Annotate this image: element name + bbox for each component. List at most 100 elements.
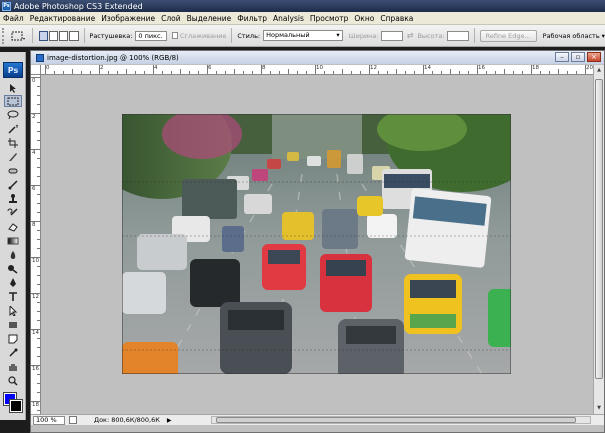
ruler-tick bbox=[54, 71, 55, 74]
minimize-button[interactable]: – bbox=[555, 52, 569, 62]
ruler-tick bbox=[405, 71, 406, 74]
scroll-up-icon[interactable]: ▲ bbox=[595, 66, 603, 75]
healing-brush-tool-icon[interactable] bbox=[4, 165, 22, 177]
status-menu-arrow-icon[interactable]: ▶ bbox=[167, 417, 172, 424]
ruler-origin[interactable] bbox=[31, 65, 41, 75]
menu-help[interactable]: Справка bbox=[377, 14, 416, 23]
ruler-tick bbox=[306, 71, 307, 74]
vertical-scroll-thumb[interactable] bbox=[595, 79, 603, 379]
menu-select[interactable]: Выделение bbox=[184, 14, 235, 23]
gradient-tool-icon[interactable] bbox=[4, 235, 22, 247]
eraser-tool-icon[interactable] bbox=[4, 221, 22, 233]
type-tool-icon[interactable] bbox=[4, 291, 22, 303]
ruler-tick bbox=[558, 69, 559, 74]
dodge-tool-icon[interactable] bbox=[4, 263, 22, 275]
ruler-label: 14 bbox=[32, 330, 39, 336]
document-icon bbox=[36, 53, 44, 62]
document-title-bar[interactable]: image-distortion.jpg @ 100% (RGB/8) – ▫ … bbox=[31, 51, 604, 64]
lasso-tool-icon[interactable] bbox=[4, 109, 22, 121]
horizontal-scrollbar[interactable] bbox=[211, 416, 591, 424]
ruler-tick bbox=[423, 65, 424, 74]
history-brush-tool-icon[interactable] bbox=[4, 207, 22, 219]
zoom-tool-icon[interactable] bbox=[4, 375, 22, 387]
antialias-checkbox[interactable] bbox=[171, 32, 178, 39]
magic-wand-tool-icon[interactable] bbox=[4, 123, 22, 135]
hand-tool-icon[interactable] bbox=[4, 361, 22, 373]
width-input[interactable] bbox=[380, 30, 403, 41]
ruler-tick bbox=[37, 104, 40, 105]
document-image[interactable] bbox=[122, 114, 511, 374]
ruler-tick bbox=[37, 158, 40, 159]
background-color-swatch[interactable] bbox=[9, 399, 23, 413]
refine-edge-button[interactable]: Refine Edge... bbox=[479, 29, 537, 42]
new-selection-icon[interactable] bbox=[38, 30, 48, 41]
ruler-tick bbox=[459, 71, 460, 74]
ruler-label: 14 bbox=[424, 65, 431, 71]
ruler-tick bbox=[378, 71, 379, 74]
height-input[interactable] bbox=[446, 30, 469, 41]
pen-tool-icon[interactable] bbox=[4, 277, 22, 289]
menu-view[interactable]: Просмотр bbox=[307, 14, 352, 23]
vertical-ruler[interactable]: 0 2 4 6 8 10 12 14 16 18 bbox=[31, 75, 41, 414]
clone-stamp-tool-icon[interactable] bbox=[4, 193, 22, 205]
horizontal-ruler[interactable]: 0 2 4 6 8 10 12 14 16 18 20 bbox=[41, 65, 593, 75]
style-select[interactable]: Нормальный ▾ bbox=[263, 30, 343, 41]
ruler-tick bbox=[315, 65, 316, 74]
window-controls: – ▫ × bbox=[555, 52, 601, 62]
swap-dimensions-icon[interactable]: ⇄ bbox=[407, 31, 414, 40]
options-grip[interactable] bbox=[2, 27, 6, 44]
menu-analysis[interactable]: Analysis bbox=[270, 14, 307, 23]
menu-layer[interactable]: Слой bbox=[158, 14, 184, 23]
blur-tool-icon[interactable] bbox=[4, 249, 22, 261]
close-button[interactable]: × bbox=[587, 52, 601, 62]
ruler-tick bbox=[37, 347, 40, 348]
workspace-button[interactable]: Рабочая область ▾ bbox=[543, 32, 605, 40]
ruler-tick bbox=[234, 69, 235, 74]
menu-file[interactable]: Файл bbox=[0, 14, 27, 23]
ruler-tick bbox=[72, 69, 73, 74]
slice-tool-icon[interactable] bbox=[4, 151, 22, 163]
ruler-tick bbox=[37, 95, 40, 96]
ruler-label: 6 bbox=[32, 186, 36, 192]
intersect-selection-icon[interactable] bbox=[69, 30, 79, 41]
ruler-label: 2 bbox=[100, 65, 104, 71]
menu-image[interactable]: Изображение bbox=[98, 14, 158, 23]
ruler-tick bbox=[45, 65, 46, 74]
ruler-tick bbox=[549, 71, 550, 74]
ruler-tick bbox=[31, 149, 40, 150]
move-tool-icon[interactable] bbox=[4, 82, 22, 94]
ruler-tick bbox=[37, 356, 40, 357]
ruler-tick bbox=[31, 329, 40, 330]
tool-preset-picker[interactable] bbox=[9, 28, 27, 44]
menu-window[interactable]: Окно bbox=[351, 14, 377, 23]
ruler-tick bbox=[37, 392, 40, 393]
maximize-button[interactable]: ▫ bbox=[571, 52, 585, 62]
zoom-field[interactable]: 100 % bbox=[33, 415, 65, 425]
scroll-down-icon[interactable]: ▼ bbox=[595, 404, 603, 413]
notes-tool-icon[interactable] bbox=[4, 333, 22, 345]
ruler-tick bbox=[37, 275, 40, 276]
ruler-tick bbox=[31, 293, 40, 294]
horizontal-scroll-thumb[interactable] bbox=[216, 417, 576, 423]
feather-input[interactable]: 0 пикс. bbox=[135, 30, 167, 41]
path-selection-tool-icon[interactable] bbox=[4, 305, 22, 317]
ruler-tick bbox=[585, 65, 586, 74]
document-info-icon[interactable] bbox=[69, 416, 77, 424]
eyedropper-tool-icon[interactable] bbox=[4, 347, 22, 359]
ruler-tick bbox=[396, 69, 397, 74]
crop-tool-icon[interactable] bbox=[4, 137, 22, 149]
shape-tool-icon[interactable] bbox=[4, 319, 22, 331]
subtract-from-selection-icon[interactable] bbox=[59, 30, 69, 41]
menu-edit[interactable]: Редактирование bbox=[27, 14, 98, 23]
ruler-tick bbox=[90, 71, 91, 74]
brush-tool-icon[interactable] bbox=[4, 179, 22, 191]
vertical-scrollbar[interactable]: ▲ ▼ bbox=[593, 65, 604, 414]
ruler-tick bbox=[37, 140, 40, 141]
canvas-area[interactable] bbox=[42, 76, 593, 414]
add-to-selection-icon[interactable] bbox=[49, 30, 59, 41]
marquee-tool-icon[interactable] bbox=[4, 95, 22, 107]
menu-filter[interactable]: Фильтр bbox=[234, 14, 270, 23]
ruler-tick bbox=[37, 230, 40, 231]
feather-label: Растушевка: bbox=[89, 31, 133, 40]
ruler-tick bbox=[198, 71, 199, 74]
